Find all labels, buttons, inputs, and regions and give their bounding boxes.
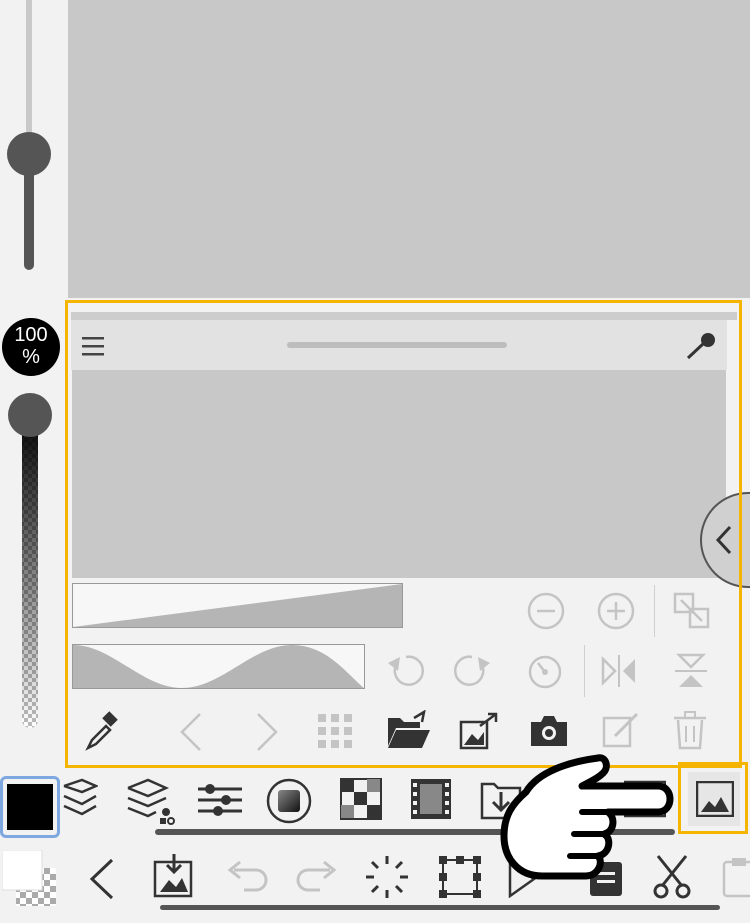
back-icon[interactable] [88, 858, 116, 900]
navigator-highlight [678, 762, 748, 834]
redo-icon[interactable] [296, 856, 342, 896]
adjust-icon[interactable] [196, 783, 244, 817]
import-icon[interactable] [152, 852, 196, 898]
layers-icon[interactable] [62, 778, 98, 824]
zoom-value: 100 [14, 324, 48, 346]
command-bar-scrollbar[interactable] [160, 905, 720, 910]
opacity-slider[interactable] [20, 410, 40, 730]
material-icon[interactable] [266, 778, 312, 824]
main-color-swatch[interactable] [0, 776, 60, 838]
pointing-hand-icon [498, 752, 678, 892]
transform-icon[interactable] [438, 854, 482, 900]
loading-icon[interactable] [364, 854, 410, 900]
layer-properties-icon[interactable] [126, 778, 176, 826]
canvas-area[interactable] [68, 0, 750, 298]
zoom-level-badge: 100 % [2, 318, 60, 376]
sub-color-swatch[interactable] [2, 850, 58, 908]
zoom-unit: % [22, 346, 40, 368]
filmstrip-icon[interactable] [410, 778, 452, 820]
tone-icon[interactable] [340, 778, 382, 820]
paste-icon[interactable] [722, 856, 750, 898]
color-swatch [7, 784, 53, 830]
opacity-handle[interactable] [8, 393, 52, 437]
panel-highlight [65, 300, 742, 768]
undo-icon[interactable] [222, 856, 268, 896]
brush-size-handle[interactable] [7, 132, 51, 176]
